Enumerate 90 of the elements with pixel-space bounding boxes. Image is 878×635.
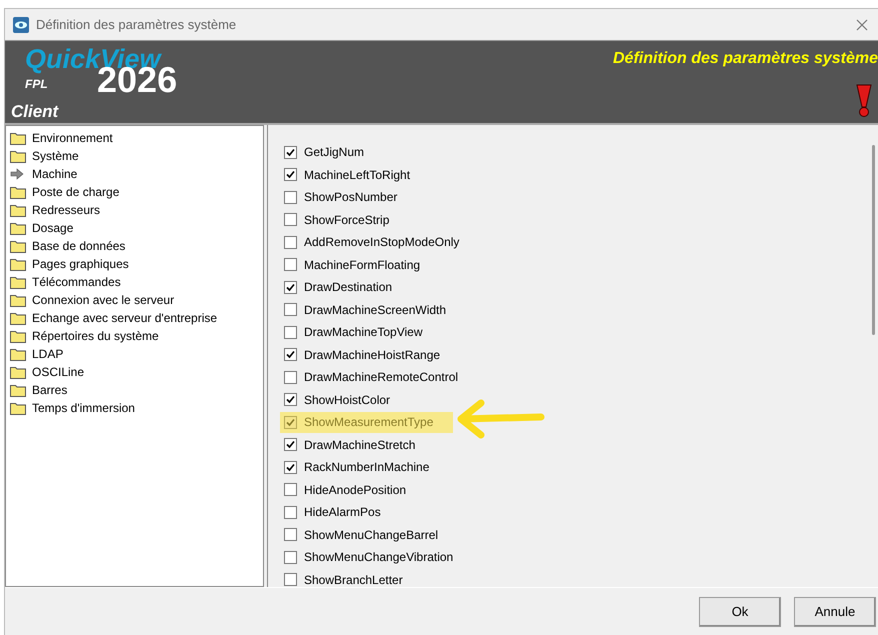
exclamation-icon — [854, 82, 874, 118]
option-label: ShowBranchLetter — [304, 572, 403, 589]
folder-icon — [10, 348, 26, 360]
header-title: Définition des paramètres système — [613, 49, 878, 69]
option-label: AddRemoveInStopModeOnly — [304, 234, 460, 252]
option-label: ShowMenuChangeVibration — [304, 549, 454, 566]
checkbox[interactable] — [284, 438, 297, 452]
checkbox[interactable] — [284, 258, 297, 272]
checkbox[interactable] — [284, 236, 297, 249]
folder-icon — [10, 276, 26, 288]
option-label: DrawMachineStretch — [304, 436, 416, 454]
checkbox[interactable] — [284, 168, 297, 182]
checkbox[interactable] — [284, 573, 297, 586]
option-label: MachineLeftToRight — [304, 166, 410, 184]
option-label: DrawMachineHoistRange — [304, 346, 440, 364]
checkbox[interactable] — [284, 393, 297, 406]
tree-item[interactable]: Répertoires du système — [32, 327, 159, 345]
checkbox[interactable] — [284, 280, 297, 294]
folder-icon — [10, 312, 26, 324]
folder-icon — [10, 402, 26, 414]
dialog-button[interactable]: Annule — [794, 596, 876, 626]
dialog-button[interactable]: Ok — [699, 596, 781, 626]
option-label: ShowMenuChangeBarrel — [304, 526, 438, 544]
checkmark-icon — [286, 418, 295, 427]
checkmark-icon — [286, 282, 295, 292]
checkbox[interactable] — [284, 460, 297, 474]
tree-item[interactable]: Temps d'immersion — [32, 399, 135, 417]
folder-icon — [10, 294, 26, 306]
scrollbar[interactable] — [872, 145, 875, 335]
folder-icon — [10, 222, 26, 234]
checkbox[interactable] — [284, 550, 297, 564]
checkbox[interactable] — [284, 190, 297, 204]
tree-item[interactable]: OSCILine — [32, 363, 84, 381]
option-label: ShowMeasurementType — [304, 414, 434, 432]
tree-item[interactable]: Télécommandes — [32, 273, 121, 291]
option-label: DrawDestination — [304, 279, 392, 296]
option-label: DrawMachineScreenWidth — [304, 302, 446, 319]
window-title: Définition des paramètres système — [36, 16, 236, 34]
brand-sub: FPL — [25, 76, 48, 93]
app-icon — [13, 16, 29, 32]
folder-icon — [10, 204, 26, 216]
client-label: Client — [11, 101, 58, 123]
option-label: ShowForceStrip — [304, 212, 390, 229]
checkbox[interactable] — [284, 348, 297, 362]
checkmark-icon — [286, 440, 295, 450]
tree-item[interactable]: Dosage — [32, 219, 74, 237]
folder-icon — [10, 186, 26, 198]
checkbox[interactable] — [284, 146, 297, 159]
checkbox[interactable] — [284, 303, 297, 316]
folder-icon — [10, 132, 26, 144]
checkbox[interactable] — [284, 416, 297, 429]
tree-item[interactable]: Redresseurs — [32, 201, 100, 219]
tree-item[interactable]: Connexion avec le serveur — [32, 291, 174, 309]
tree-item[interactable]: LDAP — [32, 345, 64, 363]
folder-icon — [10, 240, 26, 252]
tree-item[interactable]: Echange avec serveur d'entreprise — [32, 309, 218, 327]
option-label: ShowPosNumber — [304, 189, 398, 206]
option-label: HideAnodePosition — [304, 482, 406, 499]
tree-item[interactable]: Machine — [32, 165, 78, 183]
option-label: HideAlarmPos — [304, 504, 381, 522]
checkbox[interactable] — [284, 506, 297, 519]
arrow-icon — [10, 168, 24, 180]
checkmark-icon — [286, 148, 295, 157]
folder-icon — [10, 150, 26, 162]
folder-icon — [10, 384, 26, 396]
folder-icon — [10, 258, 26, 270]
tree-item[interactable]: Pages graphiques — [32, 255, 129, 273]
tree-item[interactable]: Environnement — [32, 129, 113, 147]
checkmark-icon — [286, 462, 295, 472]
tree-item[interactable]: Poste de charge — [32, 183, 120, 201]
option-label: ShowHoistColor — [304, 392, 390, 409]
checkmark-icon — [286, 395, 295, 404]
option-label: DrawMachineRemoteControl — [304, 369, 458, 386]
checkbox[interactable] — [284, 326, 297, 339]
checkmark-icon — [286, 350, 295, 360]
option-label: DrawMachineTopView — [304, 324, 422, 342]
checkbox[interactable] — [284, 370, 297, 384]
folder-icon — [10, 330, 26, 342]
folder-icon — [10, 366, 26, 378]
checkbox[interactable] — [284, 213, 297, 226]
option-label: GetJigNum — [304, 144, 364, 162]
tree-item[interactable]: Base de données — [32, 237, 126, 255]
checkmark-icon — [286, 170, 295, 180]
option-label: MachineFormFloating — [304, 256, 420, 274]
tree-item[interactable]: Barres — [32, 381, 68, 399]
checkbox[interactable] — [284, 528, 297, 542]
option-label: RackNumberInMachine — [304, 459, 430, 476]
close-icon[interactable] — [856, 18, 868, 30]
checkbox[interactable] — [284, 483, 297, 496]
tree-item[interactable]: Système — [32, 147, 79, 165]
